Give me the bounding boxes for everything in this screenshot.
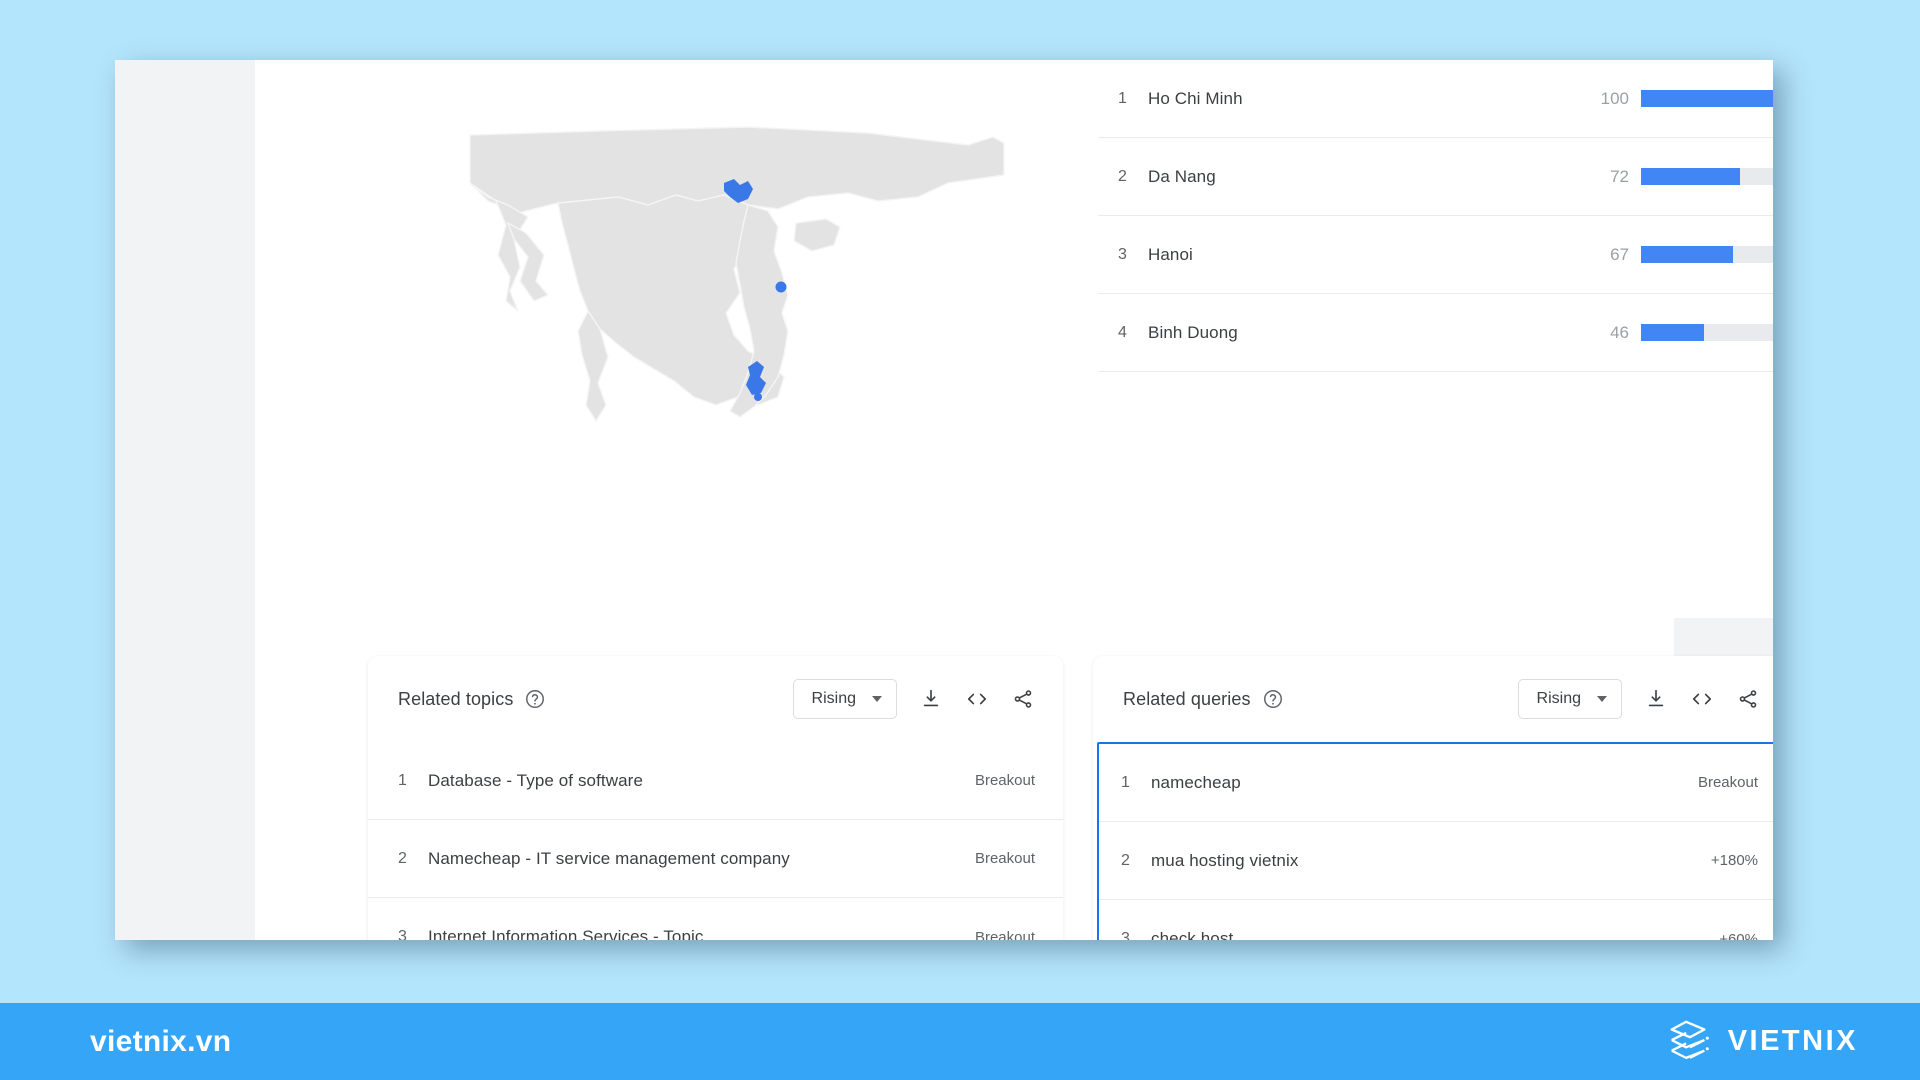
share-icon[interactable] <box>1011 687 1035 711</box>
item-value: Breakout <box>974 850 1035 867</box>
screenshot-container: 1 Ho Chi Minh 100 2 Da Nang 72 3 Hanoi 6… <box>115 60 1773 940</box>
city-name: Hanoi <box>1148 244 1193 264</box>
list-item[interactable]: 2 Namecheap - IT service management comp… <box>368 820 1063 898</box>
item-rank: 1 <box>398 771 407 789</box>
list-item[interactable]: 3 check host +60% <box>1099 900 1773 940</box>
city-bar <box>1641 90 1773 107</box>
related-topics-header: Related topics Rising <box>368 656 1063 742</box>
topics-filter-select[interactable]: Rising <box>792 679 897 719</box>
city-name: Ho Chi Minh <box>1148 88 1243 108</box>
item-rank: 2 <box>1121 851 1130 869</box>
table-row[interactable]: 4 Binh Duong 46 <box>1098 294 1773 372</box>
item-value: Breakout <box>974 928 1035 941</box>
city-value: 46 <box>1610 322 1629 342</box>
embed-code-icon[interactable] <box>1690 687 1714 711</box>
list-item[interactable]: 2 mua hosting vietnix +180% <box>1099 822 1773 900</box>
table-row[interactable]: 1 Ho Chi Minh 100 <box>1098 60 1773 138</box>
panel-title: Related queries <box>1123 688 1251 709</box>
related-topics-list: 1 Database - Type of software Breakout 2… <box>368 742 1063 940</box>
city-bar-fill <box>1641 90 1773 107</box>
item-rank: 1 <box>1121 773 1130 791</box>
city-bar-fill <box>1641 324 1705 341</box>
city-bar-fill <box>1641 246 1733 263</box>
city-name: Binh Duong <box>1148 322 1238 342</box>
list-item[interactable]: 1 namecheap Breakout <box>1099 744 1773 822</box>
download-icon[interactable] <box>919 687 943 711</box>
share-icon[interactable] <box>1736 687 1760 711</box>
region-interest-card: 1 Ho Chi Minh 100 2 Da Nang 72 3 Hanoi 6… <box>368 60 1773 618</box>
help-circle-icon[interactable] <box>1262 688 1284 710</box>
queries-filter-value: Rising <box>1536 690 1581 707</box>
queries-filter-select[interactable]: Rising <box>1517 679 1622 719</box>
city-bar <box>1641 246 1773 263</box>
item-label: Database - Type of software <box>428 770 644 790</box>
city-value: 100 <box>1600 88 1629 108</box>
list-item[interactable]: 3 Internet Information Services - Topic … <box>368 898 1063 940</box>
footer-brand: vietnix.vn <box>90 1024 232 1058</box>
city-bar <box>1641 324 1773 341</box>
related-queries-list: 1 namecheap Breakout 2 mua hosting vietn… <box>1097 742 1773 940</box>
page-root: 1 Ho Chi Minh 100 2 Da Nang 72 3 Hanoi 6… <box>0 0 1920 1080</box>
item-label: namecheap <box>1151 772 1241 792</box>
list-item[interactable]: 1 Database - Type of software Breakout <box>368 742 1063 820</box>
item-rank: 2 <box>398 849 407 867</box>
chevron-down-icon <box>1597 696 1607 702</box>
city-name: Da Nang <box>1148 166 1216 186</box>
item-rank: 3 <box>398 928 407 940</box>
city-ranking-list: 1 Ho Chi Minh 100 2 Da Nang 72 3 Hanoi 6… <box>1098 60 1773 560</box>
vietnam-region-map-icon[interactable] <box>448 105 1008 435</box>
footer-logo: VIETNIX <box>1664 1017 1858 1067</box>
city-rank: 2 <box>1118 167 1127 185</box>
item-rank: 3 <box>1121 930 1130 940</box>
chevron-down-icon <box>872 696 882 702</box>
city-rank: 1 <box>1118 89 1127 107</box>
download-icon[interactable] <box>1644 687 1668 711</box>
table-row[interactable]: 3 Hanoi 67 <box>1098 216 1773 294</box>
footer-bar: vietnix.vn VIETNIX <box>0 1003 1920 1080</box>
item-value: Breakout <box>1697 774 1758 791</box>
city-value: 72 <box>1610 166 1629 186</box>
item-label: check host <box>1151 929 1234 940</box>
map-pane[interactable] <box>368 60 1098 560</box>
item-label: mua hosting vietnix <box>1151 850 1299 870</box>
item-label: Internet Information Services - Topic <box>428 927 704 940</box>
city-rank: 4 <box>1118 323 1127 341</box>
embed-code-icon[interactable] <box>965 687 989 711</box>
city-bar <box>1641 168 1773 185</box>
related-queries-panel: Related queries Rising 1 namecheap Break… <box>1093 656 1773 940</box>
city-rank: 3 <box>1118 245 1127 263</box>
help-circle-icon[interactable] <box>524 688 546 710</box>
table-row[interactable]: 2 Da Nang 72 <box>1098 138 1773 216</box>
topics-filter-value: Rising <box>811 690 856 707</box>
related-topics-panel: Related topics Rising 1 Database - Type … <box>368 656 1063 940</box>
item-label: Namecheap - IT service management compan… <box>428 848 790 868</box>
item-value: +60% <box>1719 930 1758 941</box>
panel-title: Related topics <box>398 688 514 709</box>
city-bar-fill <box>1641 168 1740 185</box>
stacked-layers-logo-icon <box>1670 1020 1709 1059</box>
related-queries-header: Related queries Rising <box>1093 656 1773 742</box>
item-value: Breakout <box>974 772 1035 789</box>
city-value: 67 <box>1610 244 1629 264</box>
item-value: +180% <box>1710 852 1758 869</box>
footer-logo-text: VIETNIX <box>1727 1025 1858 1057</box>
